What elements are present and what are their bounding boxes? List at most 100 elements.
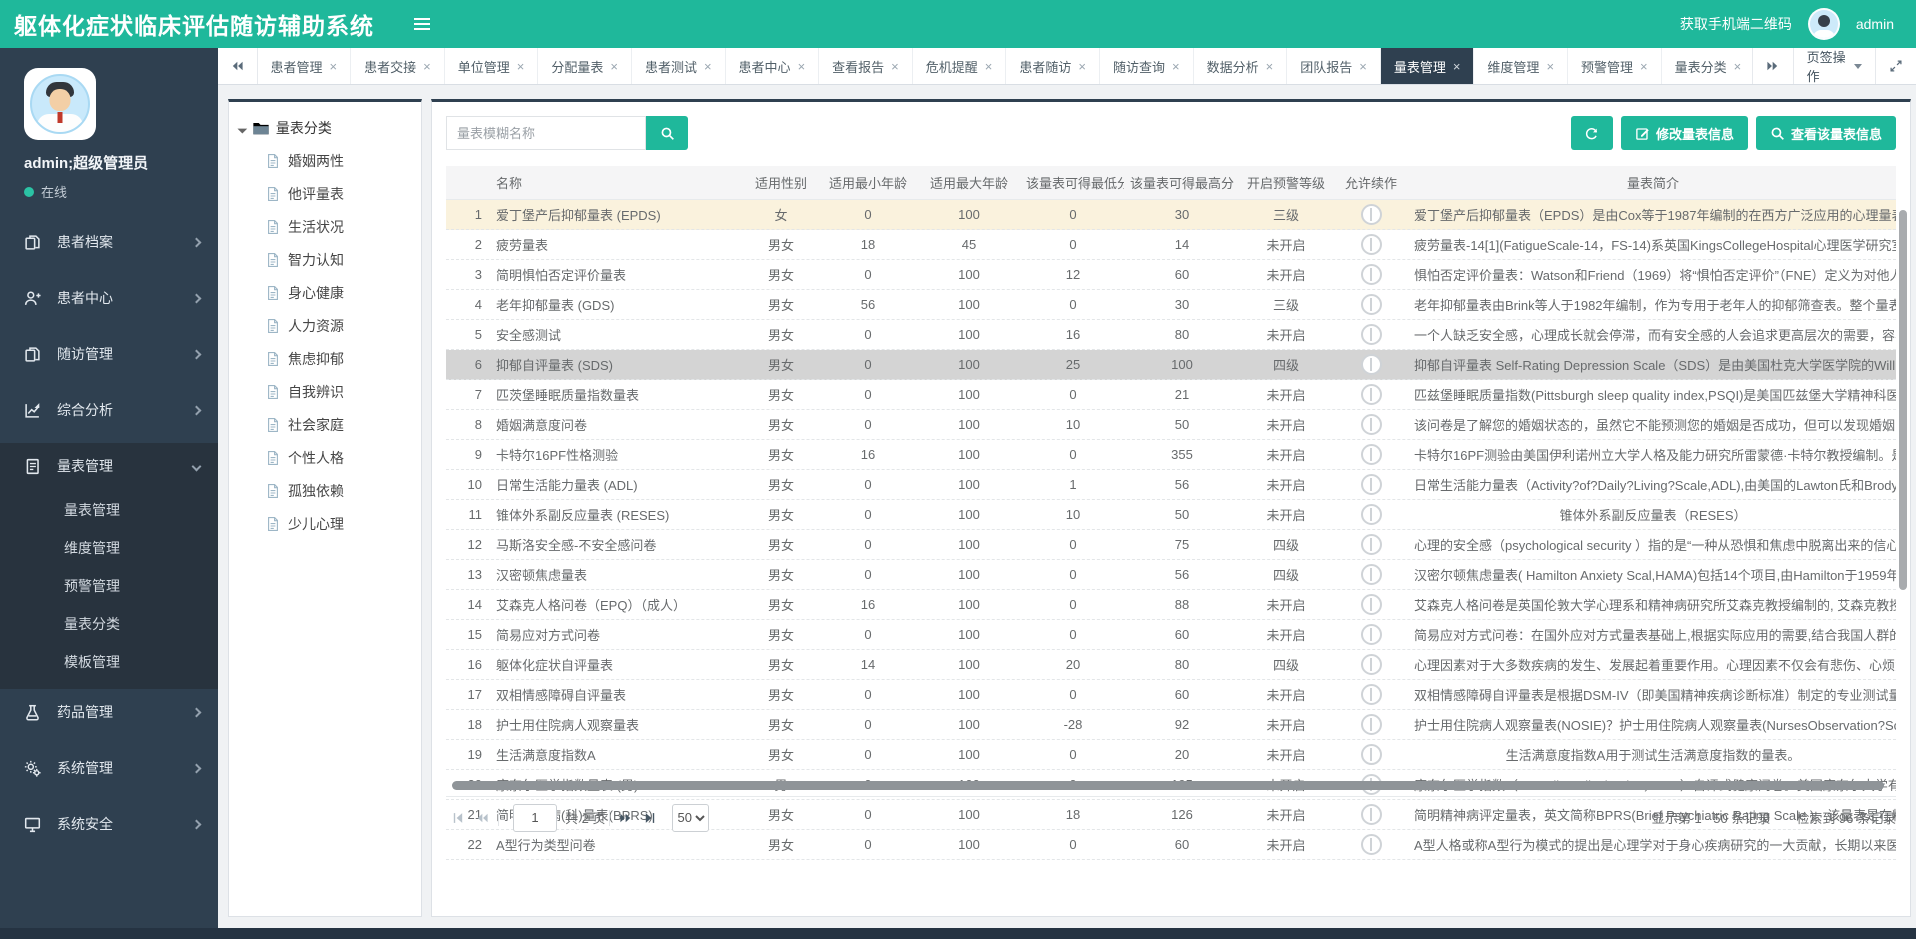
tab[interactable]: 随访查询 ×	[1100, 48, 1194, 84]
sidebar-submenu-item[interactable]: 量表管理	[0, 491, 218, 529]
table-row[interactable]: 4 老年抑郁量表 (GDS) 男女 56 100 0 30 三级 老年抑郁量表由…	[446, 290, 1896, 320]
table-row[interactable]: 19 生活满意度指数A 男女 0 100 0 20 未开启 生活满意度指数A用于…	[446, 740, 1896, 770]
tab-close-icon[interactable]: ×	[1266, 60, 1274, 73]
tree-expand-icon[interactable]: ◢	[236, 122, 249, 135]
allow-resume-toggle[interactable]	[1361, 354, 1382, 375]
tab-close-icon[interactable]: ×	[330, 60, 338, 73]
sidebar-menu-item[interactable]: 系统管理	[0, 745, 218, 791]
tab-close-icon[interactable]: ×	[1640, 60, 1648, 73]
allow-resume-toggle[interactable]	[1361, 654, 1382, 675]
table-row[interactable]: 3 简明惧怕否定评价量表 男女 0 100 12 60 未开启 惧怕否定评价量表…	[446, 260, 1896, 290]
tree-item[interactable]: 人力资源	[239, 309, 411, 342]
edit-scale-button[interactable]: 修改量表信息	[1621, 116, 1748, 150]
tree-item[interactable]: 生活状况	[239, 210, 411, 243]
tab-close-icon[interactable]: ×	[704, 60, 712, 73]
sidebar-menu-item[interactable]: 药品管理	[0, 689, 218, 735]
qr-code-link[interactable]: 获取手机端二维码	[1680, 14, 1792, 34]
table-row[interactable]: 9 卡特尔16PF性格测验 男女 16 100 0 355 未开启 卡特尔16P…	[446, 440, 1896, 470]
tab[interactable]: 量表管理 ×	[1381, 48, 1475, 84]
sidebar-menu-item[interactable]: 综合分析	[0, 387, 218, 433]
tab[interactable]: 数据分析 ×	[1194, 48, 1288, 84]
tree-item[interactable]: 智力认知	[239, 243, 411, 276]
header-avatar[interactable]	[1808, 8, 1840, 40]
table-row[interactable]: 2 疲劳量表 男女 18 45 0 14 未开启 疲劳量表-14[1](Fati…	[446, 230, 1896, 260]
allow-resume-toggle[interactable]	[1361, 204, 1382, 225]
tab[interactable]: 危机提醒 ×	[913, 48, 1007, 84]
tab[interactable]: 患者随访 ×	[1006, 48, 1100, 84]
allow-resume-toggle[interactable]	[1361, 624, 1382, 645]
view-scale-button[interactable]: 查看该量表信息	[1756, 116, 1896, 150]
tab[interactable]: 分配量表 ×	[538, 48, 632, 84]
tree-item[interactable]: 他评量表	[239, 177, 411, 210]
fullscreen-toggle-button[interactable]	[1875, 48, 1916, 84]
tab-close-icon[interactable]: ×	[1734, 60, 1742, 73]
allow-resume-toggle[interactable]	[1361, 504, 1382, 525]
allow-resume-toggle[interactable]	[1361, 444, 1382, 465]
search-button[interactable]	[646, 116, 688, 150]
table-row[interactable]: 7 匹茨堡睡眠质量指数量表 男女 0 100 0 21 未开启 匹兹堡睡眠质量指…	[446, 380, 1896, 410]
tree-item[interactable]: 自我辨识	[239, 375, 411, 408]
allow-resume-toggle[interactable]	[1361, 534, 1382, 555]
tab[interactable]: 预警管理 ×	[1568, 48, 1662, 84]
table-row[interactable]: 17 双相情感障碍自评量表 男女 0 100 0 60 未开启 双相情感障碍自评…	[446, 680, 1896, 710]
last-page-button[interactable]	[638, 805, 662, 831]
tab-close-icon[interactable]: ×	[891, 60, 899, 73]
next-page-button[interactable]	[614, 805, 638, 831]
tab[interactable]: 患者中心 ×	[726, 48, 820, 84]
tab-actions-dropdown[interactable]: 页签操作	[1793, 48, 1875, 84]
sidebar-submenu-item[interactable]: 预警管理	[0, 567, 218, 605]
search-input[interactable]	[446, 116, 646, 150]
table-row[interactable]: 10 日常生活能力量表 (ADL) 男女 0 100 1 56 未开启 日常生活…	[446, 470, 1896, 500]
sidebar-menu-item[interactable]: 患者中心	[0, 275, 218, 321]
horizontal-scrollbar[interactable]	[452, 781, 1884, 790]
tree-root-node[interactable]: ◢ 量表分类	[239, 118, 411, 138]
allow-resume-toggle[interactable]	[1361, 234, 1382, 255]
tab[interactable]: 团队报告 ×	[1287, 48, 1381, 84]
page-number-input[interactable]	[513, 804, 557, 832]
table-row[interactable]: 1 爱丁堡产后抑郁量表 (EPDS) 女 0 100 0 30 三级 爱丁堡产后…	[446, 200, 1896, 230]
tree-item[interactable]: 婚姻两性	[239, 144, 411, 177]
sidebar-menu-item[interactable]: 患者档案	[0, 219, 218, 265]
tab[interactable]: 查看报告 ×	[819, 48, 913, 84]
tab-close-icon[interactable]: ×	[423, 60, 431, 73]
hamburger-menu-icon[interactable]	[414, 18, 430, 30]
sidebar-menu-item[interactable]: 随访管理	[0, 331, 218, 377]
header-username[interactable]: admin	[1856, 16, 1894, 32]
table-row[interactable]: 5 安全感测试 男女 0 100 16 80 未开启 一个人缺乏安全感，心理成长…	[446, 320, 1896, 350]
table-row[interactable]: 16 躯体化症状自评量表 男女 14 100 20 80 四级 心理因素对于大多…	[446, 650, 1896, 680]
allow-resume-toggle[interactable]	[1361, 414, 1382, 435]
tree-item[interactable]: 孤独依赖	[239, 474, 411, 507]
tab-close-icon[interactable]: ×	[985, 60, 993, 73]
sidebar-submenu-item[interactable]: 模板管理	[0, 643, 218, 681]
allow-resume-toggle[interactable]	[1361, 294, 1382, 315]
table-row[interactable]: 15 简易应对方式问卷 男女 0 100 0 60 未开启 简易应对方式问卷：在…	[446, 620, 1896, 650]
sidebar-menu-item[interactable]: 系统安全	[0, 801, 218, 847]
tabs-scroll-right-button[interactable]	[1752, 48, 1793, 84]
tab[interactable]: 维度管理 ×	[1474, 48, 1568, 84]
first-page-button[interactable]	[446, 805, 470, 831]
tab-close-icon[interactable]: ×	[1078, 60, 1086, 73]
table-row[interactable]: 12 马斯洛安全感-不安全感问卷 男女 0 100 0 75 四级 心理的安全感…	[446, 530, 1896, 560]
allow-resume-toggle[interactable]	[1361, 324, 1382, 345]
sidebar-submenu-item[interactable]: 维度管理	[0, 529, 218, 567]
allow-resume-toggle[interactable]	[1361, 264, 1382, 285]
refresh-button[interactable]	[1571, 116, 1613, 150]
table-row[interactable]: 8 婚姻满意度问卷 男女 0 100 10 50 未开启 该问卷是了解您的婚姻状…	[446, 410, 1896, 440]
allow-resume-toggle[interactable]	[1361, 744, 1382, 765]
tab[interactable]: 患者测试 ×	[632, 48, 726, 84]
table-row[interactable]: 11 锥体外系副反应量表 (RESES) 男女 0 100 10 50 未开启 …	[446, 500, 1896, 530]
tab-close-icon[interactable]: ×	[1359, 60, 1367, 73]
allow-resume-toggle[interactable]	[1361, 564, 1382, 585]
sidebar-submenu-item[interactable]: 量表分类	[0, 605, 218, 643]
tab[interactable]: 患者交接 ×	[351, 48, 445, 84]
tab-close-icon[interactable]: ×	[798, 60, 806, 73]
tree-item[interactable]: 焦虑抑郁	[239, 342, 411, 375]
sidebar-menu-item[interactable]: 量表管理	[0, 443, 218, 489]
tab[interactable]: 单位管理 ×	[445, 48, 539, 84]
allow-resume-toggle[interactable]	[1361, 684, 1382, 705]
tab-close-icon[interactable]: ×	[517, 60, 525, 73]
table-row[interactable]: 13 汉密顿焦虑量表 男女 0 100 0 56 四级 汉密尔顿焦虑量表( Ha…	[446, 560, 1896, 590]
allow-resume-toggle[interactable]	[1361, 474, 1382, 495]
vertical-scrollbar[interactable]	[1899, 210, 1907, 590]
tab-close-icon[interactable]: ×	[610, 60, 618, 73]
